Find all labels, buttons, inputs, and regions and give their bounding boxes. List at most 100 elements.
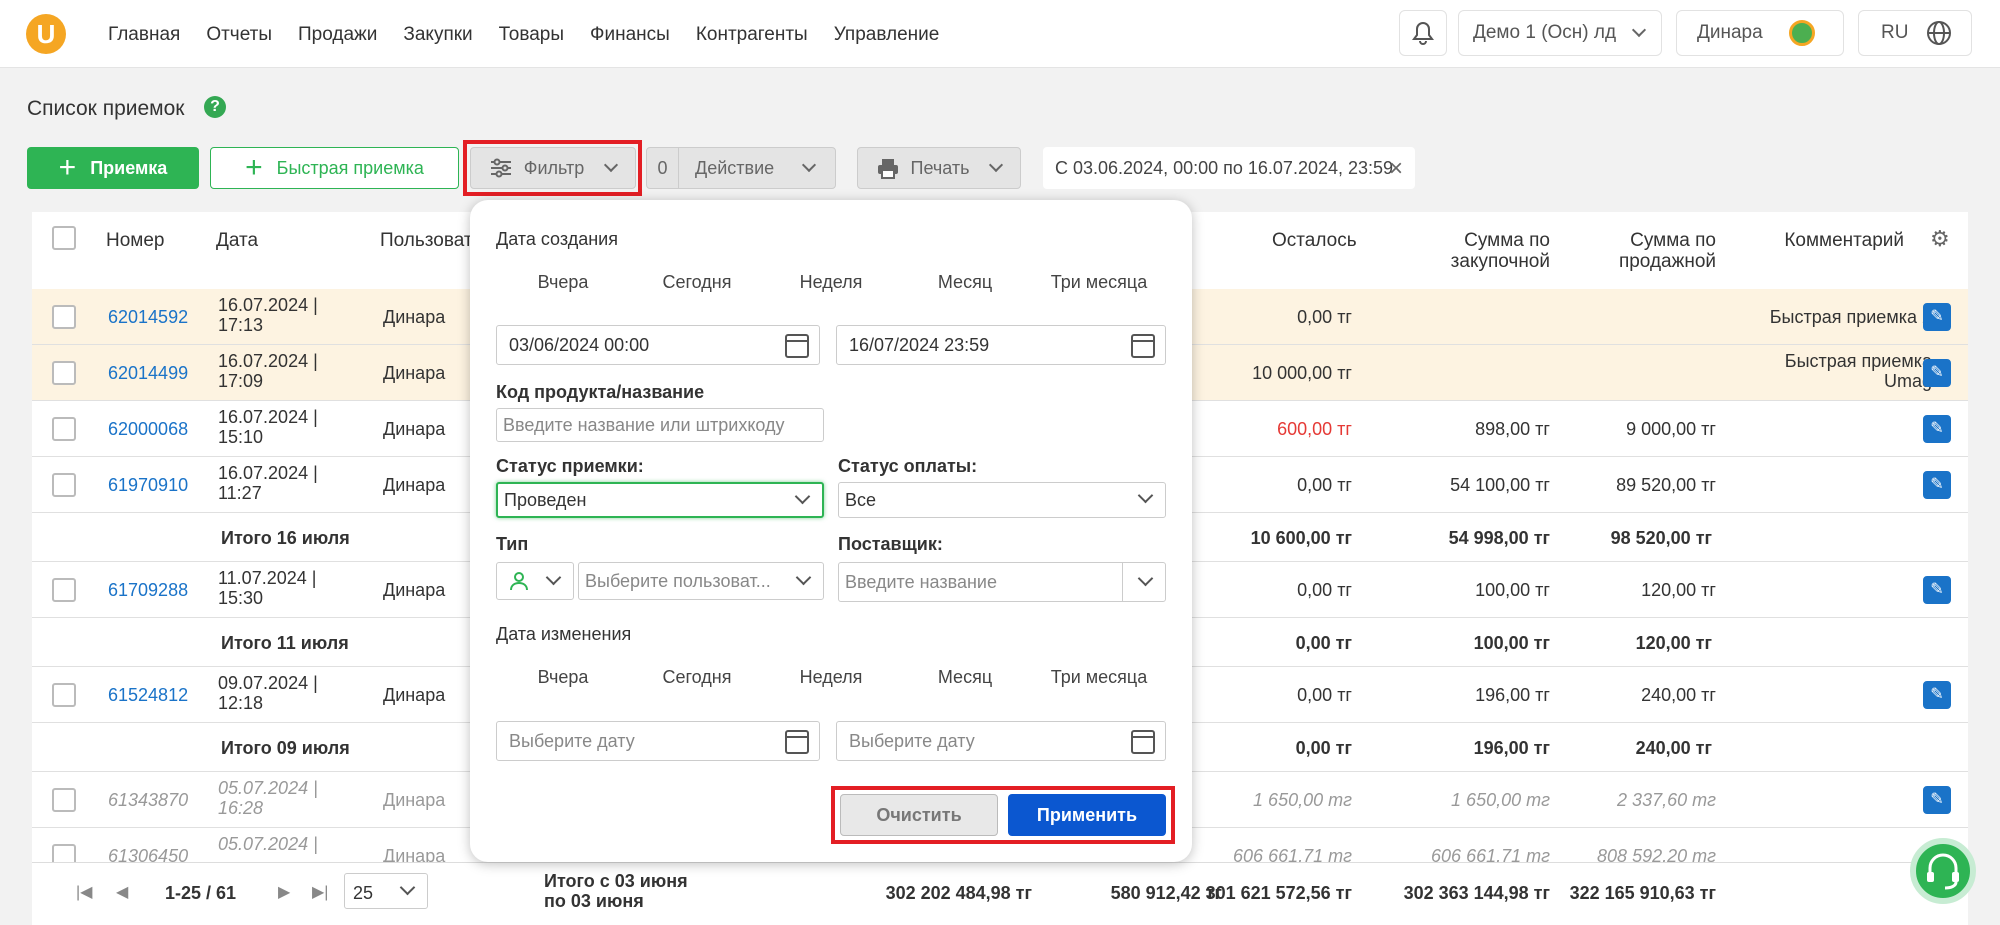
chevron-down-icon <box>545 569 562 586</box>
receipt-date-time: 15:10 <box>218 427 264 447</box>
header-number[interactable]: Номер <box>106 230 164 251</box>
first-page-icon[interactable]: |◀ <box>76 883 92 903</box>
modified-date-to-input[interactable]: Выберите дату <box>836 721 1166 761</box>
calendar-icon[interactable] <box>785 730 809 754</box>
created-date-from-input[interactable]: 03/06/2024 00:00 <box>496 325 820 365</box>
notifications-button[interactable] <box>1399 10 1447 56</box>
payment-status-select[interactable]: Все <box>838 482 1166 518</box>
select-all-checkbox[interactable] <box>52 226 76 250</box>
nav-item-purchases[interactable]: Закупки <box>403 24 472 46</box>
header-comment[interactable]: Комментарий <box>1732 230 1904 251</box>
type-select[interactable] <box>496 562 574 600</box>
receipt-number-link[interactable]: 61709288 <box>108 580 188 600</box>
receipt-date-day: 05.07.2024 | <box>218 778 318 798</box>
supplier-input[interactable]: Введите название <box>838 562 1166 602</box>
store-select[interactable]: Демо 1 (Осн) лд <box>1458 10 1662 56</box>
receipt-date-day: 09.07.2024 | <box>218 673 318 693</box>
nav-item-counterparties[interactable]: Контрагенты <box>696 24 808 46</box>
gear-icon[interactable]: ⚙ <box>1930 226 1950 252</box>
header-user[interactable]: Пользоват <box>380 230 473 251</box>
created-date-to-input[interactable]: 16/07/2024 23:59 <box>836 325 1166 365</box>
filter-panel: Дата создания Вчера Сегодня Неделя Месяц… <box>470 200 1192 862</box>
row-checkbox[interactable] <box>52 473 76 497</box>
next-page-icon[interactable]: ▶ <box>278 883 290 903</box>
nav-item-sales[interactable]: Продажи <box>298 24 377 46</box>
calendar-icon[interactable] <box>785 334 809 358</box>
edit-icon[interactable]: ✎ <box>1923 359 1951 387</box>
calendar-icon[interactable] <box>1131 730 1155 754</box>
user-menu[interactable]: Динара <box>1676 10 1844 56</box>
receipt-date: 16.07.2024 | 11:27 <box>218 463 318 503</box>
modified-three-months-option[interactable]: Три месяца <box>1032 667 1166 688</box>
calendar-icon[interactable] <box>1131 334 1155 358</box>
receipt-user: Динара <box>383 790 446 810</box>
receipt-sum-purchase: 196,00 тг <box>1475 685 1550 705</box>
header-date[interactable]: Дата <box>216 230 258 251</box>
created-three-months-option[interactable]: Три месяца <box>1032 272 1166 293</box>
receipt-number-link[interactable]: 62000068 <box>108 419 188 439</box>
row-checkbox[interactable] <box>52 578 76 602</box>
page-title: Список приемок <box>27 97 185 120</box>
edit-icon[interactable]: ✎ <box>1923 576 1951 604</box>
nav-item-management[interactable]: Управление <box>834 24 940 46</box>
help-icon[interactable]: ? <box>204 96 226 118</box>
user-select[interactable]: Выберите пользоват... <box>578 562 824 600</box>
created-month-option[interactable]: Месяц <box>898 272 1032 293</box>
row-checkbox[interactable] <box>52 361 76 385</box>
receipt-number-link[interactable]: 61524812 <box>108 685 188 705</box>
edit-icon[interactable]: ✎ <box>1923 415 1951 443</box>
receipt-status-select[interactable]: Проведен <box>496 482 824 518</box>
product-search-input[interactable]: Введите название или штрихкоду <box>496 408 824 442</box>
row-checkbox[interactable] <box>52 683 76 707</box>
created-date-to-value: 16/07/2024 23:59 <box>849 334 990 355</box>
page-size-select[interactable]: 25 <box>344 873 428 909</box>
edit-icon[interactable]: ✎ <box>1923 303 1951 331</box>
day-total-label: Итого 11 июля <box>221 633 349 653</box>
receipt-number-link[interactable]: 62014499 <box>108 363 188 383</box>
last-page-icon[interactable]: ▶| <box>312 883 328 903</box>
receipt-date-time: 15:30 <box>218 588 264 608</box>
receipt-number-link[interactable]: 61306450 <box>108 846 188 862</box>
action-button[interactable]: 0 Действие <box>646 147 836 189</box>
row-checkbox[interactable] <box>52 844 76 862</box>
close-icon[interactable]: × <box>1389 155 1403 183</box>
modified-today-option[interactable]: Сегодня <box>630 667 764 688</box>
receipt-number-link[interactable]: 62014592 <box>108 307 188 327</box>
nav-item-finance[interactable]: Финансы <box>590 24 670 46</box>
edit-icon[interactable]: ✎ <box>1923 786 1951 814</box>
prev-page-icon[interactable]: ◀ <box>116 883 128 903</box>
date-range-chip[interactable]: С 03.06.2024, 00:00 по 16.07.2024, 23:59… <box>1043 147 1415 189</box>
row-checkbox[interactable] <box>52 417 76 441</box>
nav-item-products[interactable]: Товары <box>499 24 564 46</box>
chevron-down-icon <box>794 488 811 505</box>
add-receipt-button[interactable]: + Приемка <box>27 147 199 189</box>
edit-icon[interactable]: ✎ <box>1923 471 1951 499</box>
header-sum-purchase-line1: Сумма по <box>1464 230 1550 251</box>
receipt-number-link[interactable]: 61343870 <box>108 790 188 810</box>
row-checkbox[interactable] <box>52 305 76 329</box>
receipt-number-link[interactable]: 61970910 <box>108 475 188 495</box>
print-button[interactable]: Печать <box>857 147 1021 189</box>
header-sum-purchase[interactable]: Сумма по закупочной <box>1378 230 1550 272</box>
created-yesterday-option[interactable]: Вчера <box>496 272 630 293</box>
header-sum-purchase-line2: закупочной <box>1450 251 1550 272</box>
receipt-date-day: 11.07.2024 | <box>218 568 317 588</box>
modified-month-option[interactable]: Месяц <box>898 667 1032 688</box>
created-week-option[interactable]: Неделя <box>764 272 898 293</box>
row-checkbox[interactable] <box>52 788 76 812</box>
chevron-down-icon[interactable] <box>1137 570 1154 587</box>
receipt-sum-sale: 808 592,20 тг <box>1597 846 1716 862</box>
header-remaining[interactable]: Осталось <box>1272 230 1357 251</box>
quick-receipt-button[interactable]: + Быстрая приемка <box>210 147 459 189</box>
app-logo[interactable]: U <box>26 14 66 54</box>
language-select[interactable]: RU <box>1858 10 1972 56</box>
created-today-option[interactable]: Сегодня <box>630 272 764 293</box>
header-sum-sale[interactable]: Сумма по продажной <box>1544 230 1716 272</box>
modified-yesterday-option[interactable]: Вчера <box>496 667 630 688</box>
support-chat-button[interactable] <box>1910 838 1976 904</box>
nav-item-reports[interactable]: Отчеты <box>206 24 272 46</box>
nav-item-home[interactable]: Главная <box>108 24 180 46</box>
edit-icon[interactable]: ✎ <box>1923 681 1951 709</box>
modified-week-option[interactable]: Неделя <box>764 667 898 688</box>
modified-date-from-input[interactable]: Выберите дату <box>496 721 820 761</box>
